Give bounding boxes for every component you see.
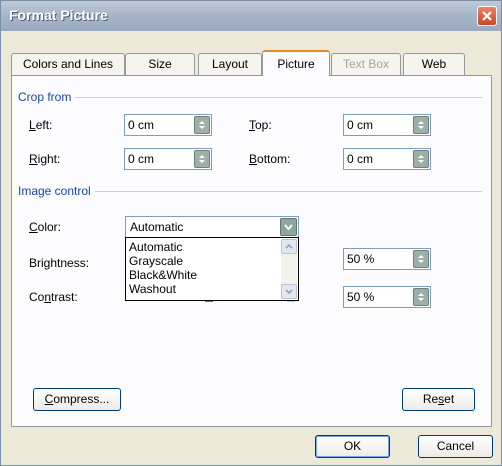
brightness-spin-buttons[interactable] — [413, 250, 429, 268]
contrast-spin-buttons[interactable] — [413, 288, 429, 306]
color-dropdown-button[interactable] — [280, 218, 297, 236]
color-option-grayscale[interactable]: Grayscale — [129, 254, 183, 268]
spin-up-icon — [418, 155, 424, 163]
scroll-up-icon — [285, 243, 293, 249]
tab-colors-and-lines[interactable]: Colors and Lines — [11, 53, 125, 75]
scroll-up-button[interactable] — [281, 239, 297, 254]
tab-picture[interactable]: Picture — [262, 50, 330, 76]
color-dropdown-list[interactable]: Automatic Grayscale Black&White Washout — [125, 237, 299, 301]
color-combobox[interactable]: Automatic — [125, 216, 299, 238]
dropdown-scrollbar[interactable] — [281, 239, 297, 299]
scroll-down-button[interactable] — [281, 284, 297, 299]
compress-button[interactable]: Compress... — [33, 388, 121, 411]
reset-button[interactable]: Reset — [402, 388, 475, 411]
crop-top-spin-buttons[interactable] — [413, 116, 429, 134]
color-label: Color: — [29, 220, 62, 234]
tab-layout[interactable]: Layout — [198, 53, 262, 75]
crop-bottom-spinner[interactable]: 0 cm — [343, 148, 431, 170]
crop-left-spinner[interactable]: 0 cm — [124, 114, 212, 136]
crop-right-value: 0 cm — [128, 152, 155, 166]
contrast-label: Contrast: — [29, 290, 78, 304]
crop-left-label: Left: — [29, 118, 53, 132]
spin-up-icon — [418, 293, 424, 301]
crop-group-line — [22, 97, 482, 98]
tab-text-box: Text Box — [331, 53, 401, 75]
tab-web[interactable]: Web — [403, 53, 465, 75]
color-option-automatic[interactable]: Automatic — [129, 240, 182, 254]
scroll-down-icon — [285, 289, 293, 295]
crop-group-label: Crop from — [18, 90, 76, 104]
crop-bottom-label: Bottom: — [249, 152, 291, 166]
brightness-value: 50 % — [347, 252, 375, 266]
brightness-label: Brightness: — [29, 256, 90, 270]
crop-top-value: 0 cm — [347, 118, 374, 132]
format-picture-dialog: Format Picture Colors and Lines Size Lay… — [0, 0, 502, 466]
color-option-washout[interactable]: Washout — [129, 282, 176, 296]
close-button[interactable] — [477, 6, 497, 26]
chevron-down-icon — [284, 224, 293, 231]
crop-bottom-spin-buttons[interactable] — [413, 150, 429, 168]
crop-right-spinner[interactable]: 0 cm — [124, 148, 212, 170]
crop-left-spin-buttons[interactable] — [194, 116, 210, 134]
spin-up-icon — [418, 255, 424, 263]
color-option-black-white[interactable]: Black&White — [129, 268, 197, 282]
crop-bottom-value: 0 cm — [347, 152, 374, 166]
ok-button[interactable]: OK — [315, 435, 390, 458]
crop-right-spin-buttons[interactable] — [194, 150, 210, 168]
title-bar[interactable]: Format Picture — [1, 1, 501, 31]
crop-left-value: 0 cm — [128, 118, 155, 132]
contrast-value: 50 % — [347, 290, 375, 304]
close-icon — [482, 11, 492, 21]
tab-size[interactable]: Size — [125, 53, 195, 75]
cancel-button[interactable]: Cancel — [418, 435, 493, 458]
spin-up-icon — [418, 121, 424, 129]
contrast-spinner[interactable]: 50 % — [343, 286, 431, 308]
color-value: Automatic — [130, 220, 184, 234]
crop-right-label: Right: — [29, 152, 61, 166]
crop-top-spinner[interactable]: 0 cm — [343, 114, 431, 136]
window-title: Format Picture — [9, 7, 108, 23]
image-control-group-label: Image control — [18, 184, 95, 198]
brightness-spinner[interactable]: 50 % — [343, 248, 431, 270]
crop-top-label: Top: — [249, 118, 272, 132]
spin-up-icon — [199, 155, 205, 163]
spin-up-icon — [199, 121, 205, 129]
